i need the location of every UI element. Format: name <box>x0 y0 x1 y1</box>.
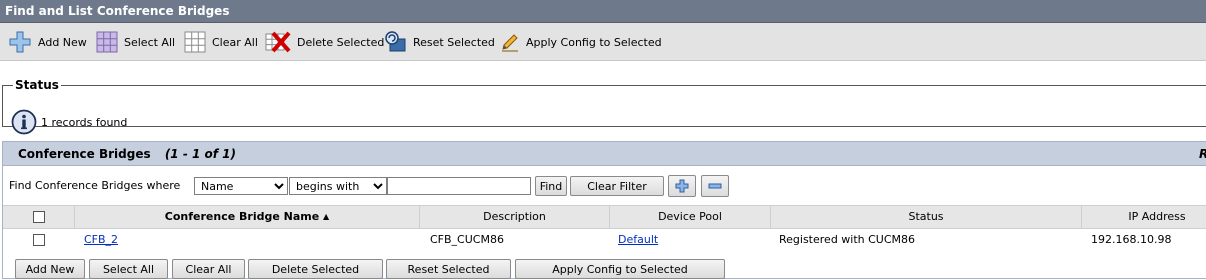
reset-selected-label: Reset Selected <box>413 35 495 49</box>
column-header-device-pool[interactable]: Device Pool <box>610 206 771 228</box>
status-box: Status 1 records found <box>2 78 1206 135</box>
delete-x-icon <box>265 31 291 53</box>
add-new-button[interactable]: Add New <box>8 30 87 54</box>
row-description: CFB_CUCM86 <box>430 233 504 246</box>
filter-search-input[interactable] <box>387 177 531 195</box>
panel-header: Conference Bridges (1 - 1 of 1) R <box>3 142 1206 166</box>
status-line: 1 records found <box>11 109 127 135</box>
reset-selected-button[interactable]: Reset Selected <box>383 30 495 54</box>
table-header-row: Conference Bridge Name ▲ Description Dev… <box>3 205 1206 229</box>
grid-filled-icon <box>96 31 118 53</box>
plus-icon <box>9 31 31 53</box>
add-filter-button[interactable] <box>668 175 696 197</box>
info-icon <box>11 109 37 135</box>
remove-filter-button[interactable] <box>701 175 729 197</box>
toolbar: Add New Select All Clear All Delete Sele… <box>0 23 1206 61</box>
page-title: Find and List Conference Bridges <box>0 0 1206 23</box>
filter-label: Find Conference Bridges where <box>9 179 181 192</box>
filter-operator-select[interactable]: begins with <box>289 177 387 195</box>
filter-row: Find Conference Bridges where Name begin… <box>3 174 1206 198</box>
column-header-name-label: Conference Bridge Name <box>164 210 320 223</box>
find-button[interactable]: Find <box>535 176 567 196</box>
pencil-icon <box>502 34 518 52</box>
bottom-select-all-button[interactable]: Select All <box>89 259 168 279</box>
grid-empty-icon <box>184 31 206 53</box>
row-device-pool-link[interactable]: Default <box>618 233 658 246</box>
bottom-add-new-button[interactable]: Add New <box>15 259 85 279</box>
column-header-status[interactable]: Status <box>771 206 1082 228</box>
panel-header-right: R <box>1199 142 1206 166</box>
column-header-name[interactable]: Conference Bridge Name ▲ <box>75 206 420 228</box>
status-legend: Status <box>15 78 59 92</box>
delete-selected-button[interactable]: Delete Selected <box>265 30 384 54</box>
sort-ascending-icon: ▲ <box>323 212 330 221</box>
panel-range: (1 - 1 of 1) <box>164 147 236 161</box>
select-all-checkbox[interactable] <box>33 211 45 223</box>
column-header-ip-address[interactable]: IP Address <box>1082 206 1206 228</box>
clear-all-label: Clear All <box>212 35 258 49</box>
apply-config-label: Apply Config to Selected <box>526 35 662 49</box>
filter-field-select[interactable]: Name <box>194 177 288 195</box>
bottom-button-row: Add New Select All Clear All Delete Sele… <box>0 258 1206 280</box>
clear-filter-button[interactable]: Clear Filter <box>570 176 664 196</box>
select-all-button[interactable]: Select All <box>96 30 175 54</box>
table-row: CFB_2 CFB_CUCM86 Default Registered with… <box>3 229 1206 251</box>
bottom-apply-config-button[interactable]: Apply Config to Selected <box>515 259 725 279</box>
bottom-delete-selected-button[interactable]: Delete Selected <box>248 259 383 279</box>
bottom-reset-selected-button[interactable]: Reset Selected <box>386 259 511 279</box>
panel-title: Conference Bridges <box>18 147 151 161</box>
row-name-link[interactable]: CFB_2 <box>84 233 118 246</box>
column-header-description[interactable]: Description <box>420 206 610 228</box>
row-checkbox[interactable] <box>33 234 45 246</box>
bottom-clear-all-button[interactable]: Clear All <box>172 259 245 279</box>
clear-all-button[interactable]: Clear All <box>184 30 258 54</box>
row-status: Registered with CUCM86 <box>779 233 916 246</box>
select-all-header <box>3 206 75 228</box>
minus-icon <box>708 183 722 189</box>
plus-icon <box>675 179 689 193</box>
reset-icon <box>385 31 406 52</box>
delete-selected-label: Delete Selected <box>297 35 385 49</box>
add-new-label: Add New <box>38 35 87 49</box>
row-ip-address: 192.168.10.98 <box>1091 233 1172 246</box>
status-message: 1 records found <box>41 115 128 129</box>
select-all-label: Select All <box>124 35 176 49</box>
apply-config-button[interactable]: Apply Config to Selected <box>500 30 662 54</box>
